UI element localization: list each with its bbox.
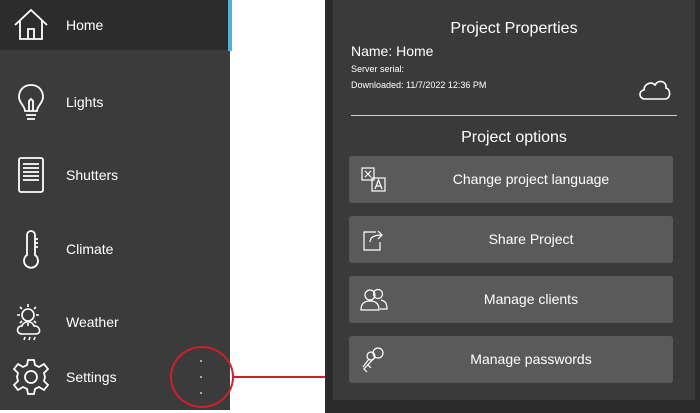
sidebar-item-weather[interactable]: Weather xyxy=(0,297,230,347)
server-serial: Server serial: xyxy=(351,64,405,74)
keys-icon xyxy=(359,345,389,375)
project-options-title: Project options xyxy=(461,129,567,146)
highlight-circle xyxy=(170,346,234,408)
option-label: Share Project xyxy=(488,231,574,247)
divider xyxy=(351,115,677,116)
project-panel-body: Project Properties Name: Home Server ser… xyxy=(333,0,695,400)
active-indicator xyxy=(228,0,232,51)
home-icon xyxy=(10,4,52,46)
option-label: Change project language xyxy=(452,171,610,187)
sidebar-item-label: Shutters xyxy=(66,167,119,183)
option-label: Manage passwords xyxy=(470,351,592,367)
translate-icon xyxy=(359,165,389,195)
sidebar-item-label: Weather xyxy=(66,314,119,330)
gear-icon xyxy=(10,356,52,398)
sidebar-item-label: Home xyxy=(66,17,104,33)
weather-icon xyxy=(10,301,52,343)
cloud-icon[interactable] xyxy=(636,76,672,102)
project-panel: Project Properties Name: Home Server ser… xyxy=(325,0,700,413)
option-label: Manage clients xyxy=(483,291,579,307)
sidebar-item-label: Lights xyxy=(66,94,104,110)
sidebar-item-label: Settings xyxy=(66,369,117,385)
manage-clients-button[interactable]: Manage clients xyxy=(349,276,673,323)
manage-passwords-button[interactable]: Manage passwords xyxy=(349,336,673,383)
users-icon xyxy=(359,285,389,315)
thermometer-icon xyxy=(10,228,52,270)
sidebar-item-label: Climate xyxy=(66,241,114,257)
sidebar-item-lights[interactable]: Lights xyxy=(0,77,230,127)
share-project-button[interactable]: Share Project xyxy=(349,216,673,263)
highlight-connector xyxy=(233,376,325,378)
downloaded-date: Downloaded: 11/7/2022 12:36 PM xyxy=(351,80,487,90)
sidebar-item-shutters[interactable]: Shutters xyxy=(0,150,230,200)
sidebar-item-climate[interactable]: Climate xyxy=(0,224,230,274)
share-icon xyxy=(359,225,389,255)
lightbulb-icon xyxy=(10,81,52,123)
shutters-icon xyxy=(10,154,52,196)
project-properties-title: Project Properties xyxy=(450,20,578,37)
sidebar-item-home[interactable]: Home xyxy=(0,0,230,50)
change-language-button[interactable]: Change project language xyxy=(349,156,673,203)
project-name: Name: Home xyxy=(351,43,434,59)
